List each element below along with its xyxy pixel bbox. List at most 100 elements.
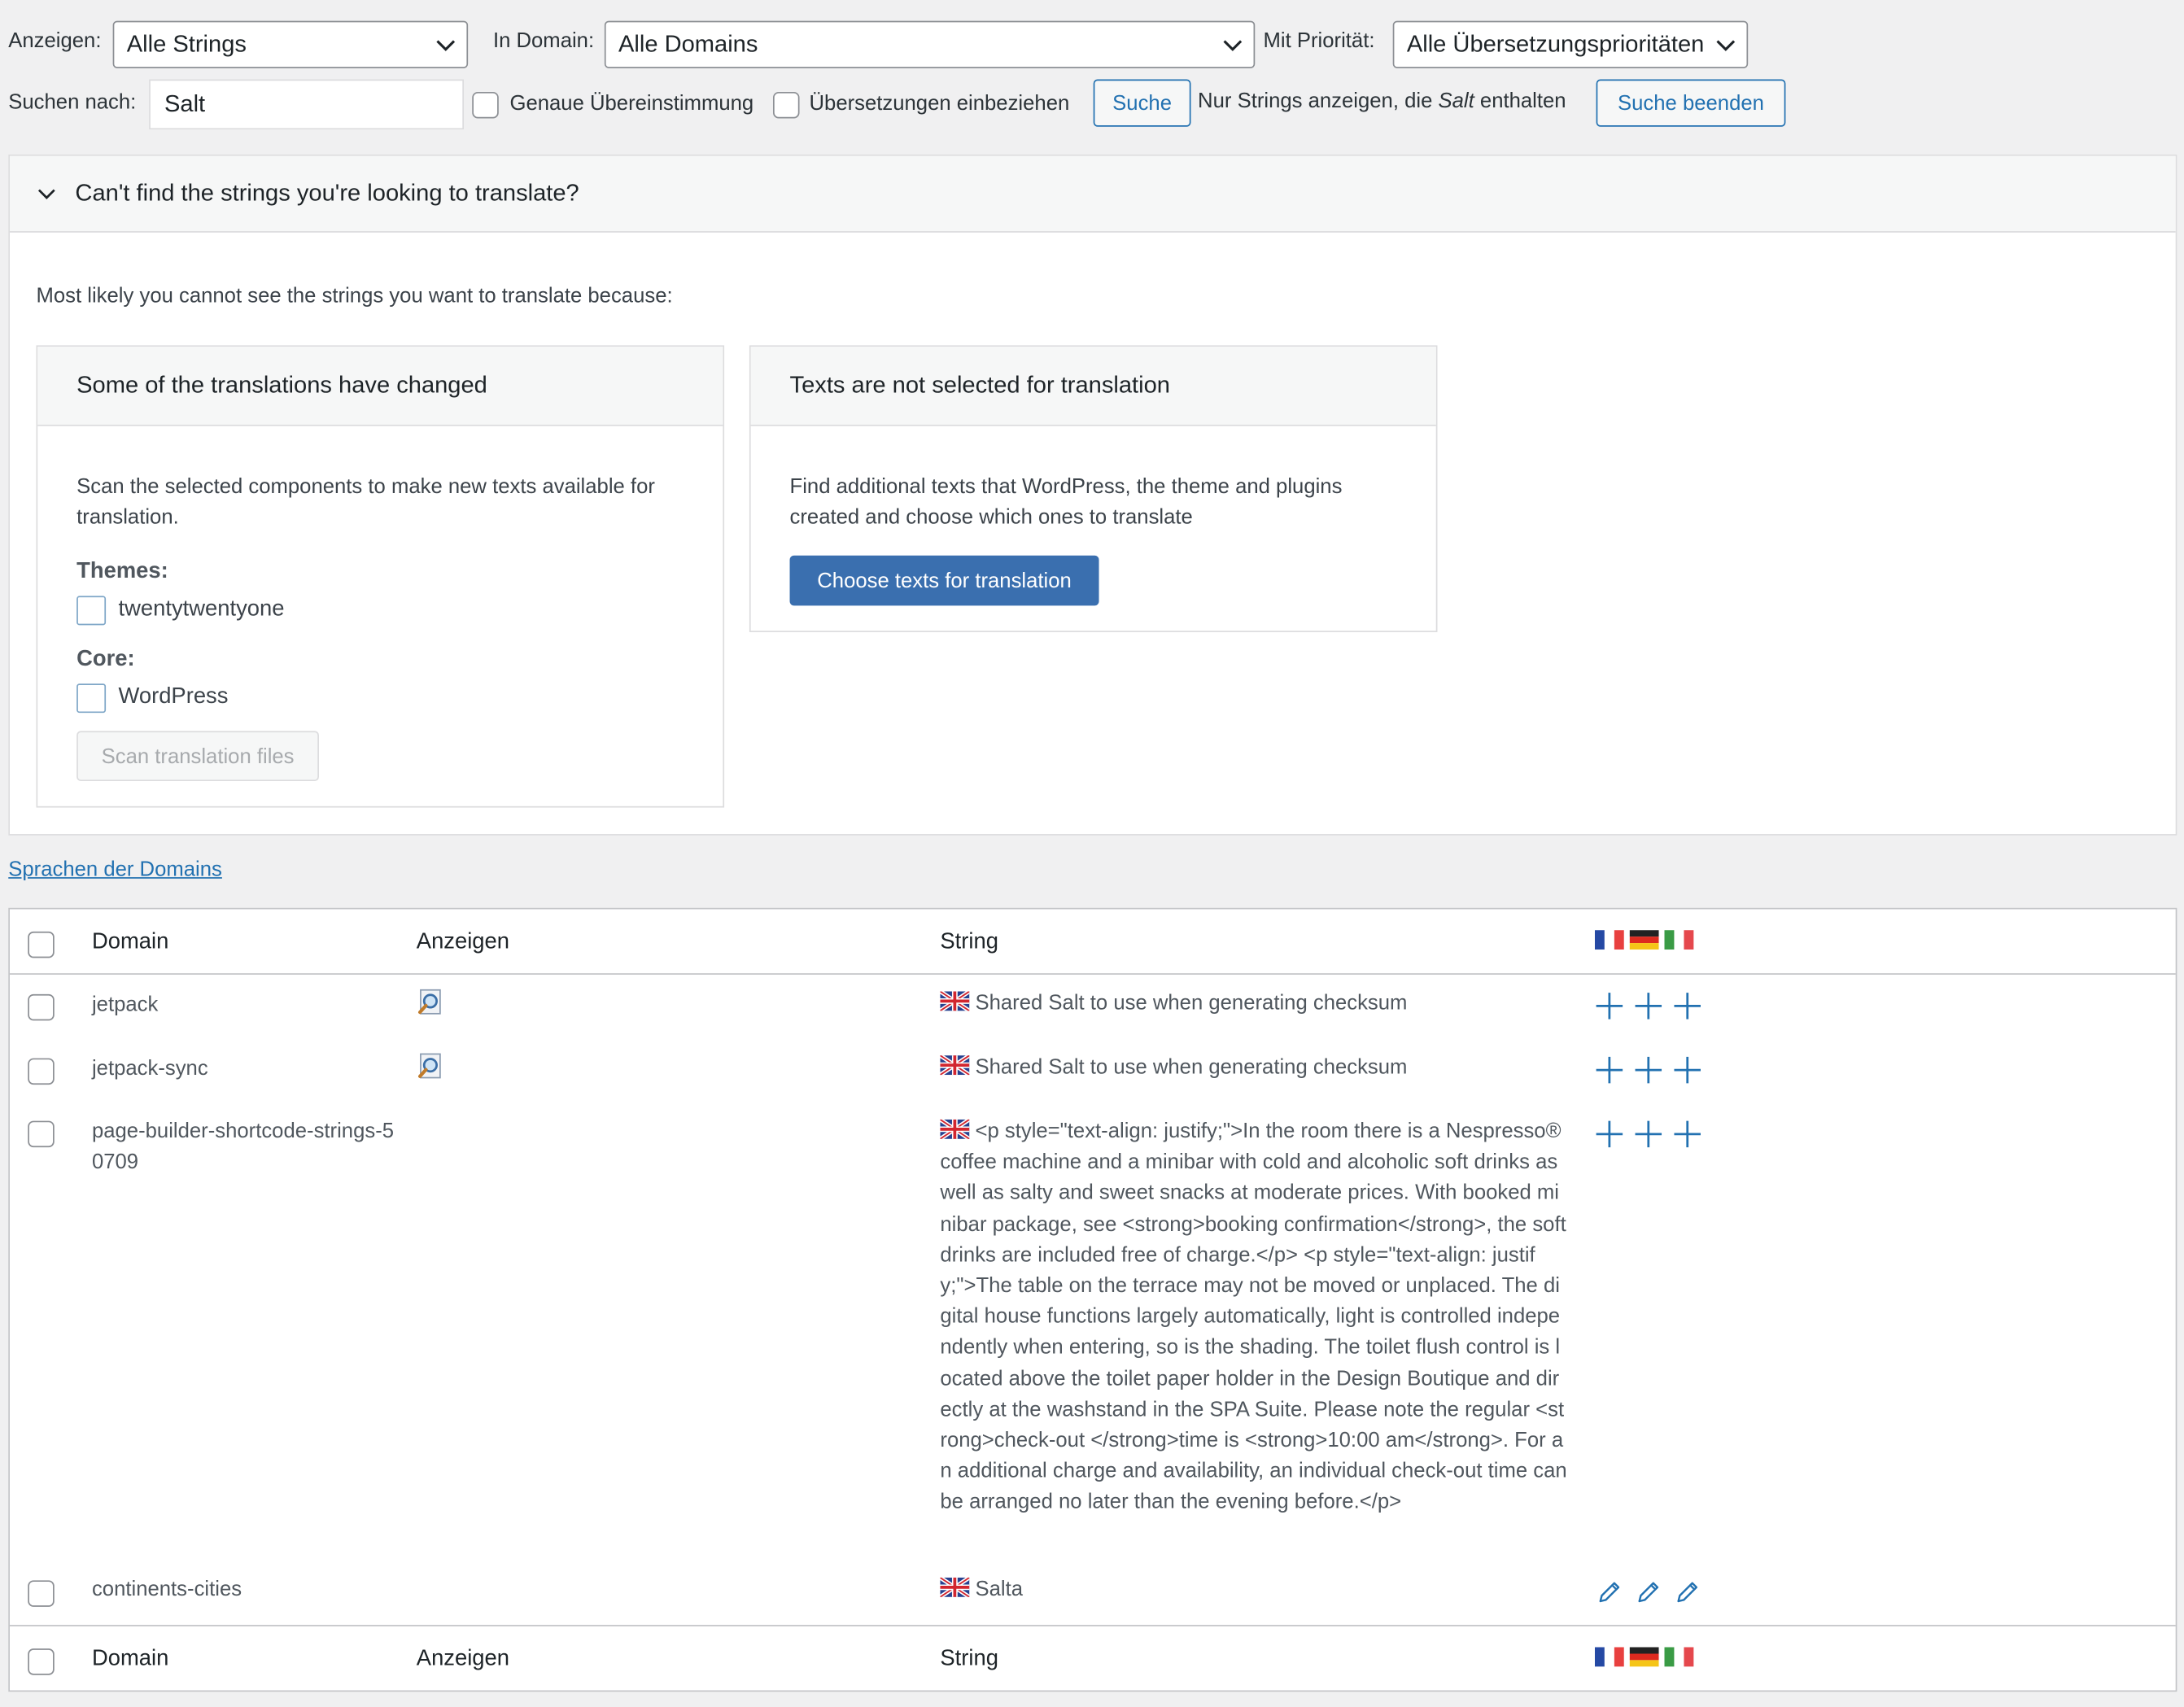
add-translation-fr-plus-icon[interactable] xyxy=(1595,1055,1624,1085)
row-domain: jetpack xyxy=(91,993,159,1017)
chevron-down-icon xyxy=(436,39,456,51)
it-flag-icon xyxy=(1665,930,1695,950)
select-all-checkbox-footer[interactable] xyxy=(28,1648,55,1675)
row-string: Shared Salt to use when generating check… xyxy=(940,989,1566,1019)
add-translation-de-plus-icon[interactable] xyxy=(1634,1055,1663,1085)
end-search-button[interactable]: Suche beenden xyxy=(1596,79,1786,127)
help-panel-title: Can't find the strings you're looking to… xyxy=(75,179,579,207)
help-panel: Can't find the strings you're looking to… xyxy=(8,154,2177,836)
row-translation-actions xyxy=(1595,1055,1702,1090)
row-checkbox[interactable] xyxy=(28,1580,55,1607)
domain-languages-link[interactable]: Sprachen der Domains xyxy=(8,858,222,881)
uk-flag-icon xyxy=(940,1055,970,1076)
de-flag-icon xyxy=(1629,930,1659,950)
add-translation-it-plus-icon[interactable] xyxy=(1673,1055,1702,1085)
include-translations-checkbox[interactable] xyxy=(772,91,800,119)
uk-flag-icon xyxy=(940,991,970,1011)
row-string: Salta xyxy=(940,1574,1566,1605)
language-flags xyxy=(1594,930,1695,954)
language-flags xyxy=(1594,1647,1695,1670)
chevron-down-icon xyxy=(1716,39,1736,51)
uk-flag-icon xyxy=(940,1119,970,1139)
add-translation-fr-plus-icon[interactable] xyxy=(1595,991,1624,1020)
row-string-text: Salta xyxy=(975,1577,1024,1601)
row-checkbox[interactable] xyxy=(28,1058,55,1085)
select-all-checkbox[interactable] xyxy=(28,931,55,958)
col-domain-header[interactable]: Domain xyxy=(92,930,168,955)
scan-translation-files-button[interactable]: Scan translation files xyxy=(76,731,319,782)
string-translation-screen: Anzeigen: Alle Strings In Domain: Alle D… xyxy=(0,0,2184,1707)
row-translation-actions xyxy=(1595,991,1702,1026)
row-string: Shared Salt to use when generating check… xyxy=(940,1053,1566,1084)
search-notice-prefix: Nur Strings anzeigen, die xyxy=(1198,89,1439,113)
edit-translation-fr-pencil-icon[interactable] xyxy=(1595,1578,1624,1607)
themes-label: Themes: xyxy=(76,559,168,584)
translations-changed-panel: Some of the translations have changed Sc… xyxy=(36,345,725,808)
show-label: Anzeigen: xyxy=(8,28,102,54)
help-panel-header[interactable]: Can't find the strings you're looking to… xyxy=(9,155,2176,233)
row-domain: page-builder-shortcode-strings-50709 xyxy=(91,1119,395,1174)
search-input[interactable]: Salt xyxy=(149,79,464,130)
theme-checkbox[interactable] xyxy=(76,596,107,626)
theme-checkbox-label: twentytwentyone xyxy=(118,597,285,622)
texts-not-selected-panel: Texts are not selected for translation F… xyxy=(749,345,1438,632)
col-view-header: Anzeigen xyxy=(416,930,510,954)
it-flag-icon xyxy=(1665,1647,1695,1667)
help-panel-intro: Most likely you cannot see the strings y… xyxy=(36,284,673,308)
priority-select[interactable]: Alle Übersetzungsprioritäten xyxy=(1392,20,1749,68)
col-string-footer[interactable]: String xyxy=(940,1647,998,1672)
domain-label: In Domain: xyxy=(492,28,595,54)
view-context-icon[interactable] xyxy=(417,989,444,1016)
search-label: Suchen nach: xyxy=(8,90,137,115)
search-notice-suffix: enthalten xyxy=(1474,89,1566,113)
search-notice-term: Salt xyxy=(1438,89,1474,113)
table-header: Domain Anzeigen String xyxy=(9,909,2176,975)
domain-select-value: Alle Domains xyxy=(618,30,758,58)
texts-not-selected-title: Texts are not selected for translation xyxy=(750,347,1436,426)
add-translation-fr-plus-icon[interactable] xyxy=(1595,1120,1624,1149)
core-checkbox[interactable] xyxy=(76,683,107,714)
col-string-header[interactable]: String xyxy=(940,930,998,955)
table-footer: Domain Anzeigen String xyxy=(9,1625,2176,1690)
row-translation-actions xyxy=(1595,1578,1702,1613)
translations-changed-title: Some of the translations have changed xyxy=(37,347,723,426)
core-checkbox-label: WordPress xyxy=(118,684,229,709)
core-label: Core: xyxy=(76,647,135,671)
row-string: <p style="text-align: justify;">In the r… xyxy=(940,1116,1567,1518)
search-button[interactable]: Suche xyxy=(1093,79,1191,127)
col-view-footer: Anzeigen xyxy=(416,1647,510,1671)
row-string-text: Shared Salt to use when generating check… xyxy=(975,1055,1408,1080)
add-translation-de-plus-icon[interactable] xyxy=(1634,991,1663,1020)
priority-select-value: Alle Übersetzungsprioritäten xyxy=(1406,30,1705,58)
fr-flag-icon xyxy=(1594,930,1624,950)
choose-texts-button[interactable]: Choose texts for translation xyxy=(789,555,1099,606)
add-translation-it-plus-icon[interactable] xyxy=(1673,991,1702,1020)
col-domain-footer[interactable]: Domain xyxy=(92,1647,168,1672)
chevron-down-icon xyxy=(1223,39,1243,51)
row-translation-actions xyxy=(1595,1120,1702,1155)
de-flag-icon xyxy=(1629,1647,1659,1667)
show-select[interactable]: Alle Strings xyxy=(112,20,469,68)
add-translation-de-plus-icon[interactable] xyxy=(1634,1120,1663,1149)
row-domain: jetpack-sync xyxy=(91,1056,208,1081)
chevron-down-icon xyxy=(37,189,55,199)
edit-translation-it-pencil-icon[interactable] xyxy=(1673,1578,1702,1607)
domain-select[interactable]: Alle Domains xyxy=(604,20,1256,68)
exact-match-checkbox[interactable] xyxy=(472,91,499,119)
exact-match-label: Genaue Übereinstimmung xyxy=(509,91,754,116)
add-translation-it-plus-icon[interactable] xyxy=(1673,1120,1702,1149)
row-domain: continents-cities xyxy=(91,1577,242,1601)
strings-table: Domain Anzeigen String jetpack Shared Sa… xyxy=(8,907,2177,1692)
fr-flag-icon xyxy=(1594,1647,1624,1667)
row-checkbox[interactable] xyxy=(28,1120,55,1148)
search-notice: Nur Strings anzeigen, die Salt enthalten xyxy=(1198,89,1566,113)
texts-not-selected-text: Find additional texts that WordPress, th… xyxy=(789,474,1343,530)
view-context-icon[interactable] xyxy=(417,1053,444,1081)
row-string-text: Shared Salt to use when generating check… xyxy=(975,991,1408,1015)
edit-translation-de-pencil-icon[interactable] xyxy=(1634,1578,1663,1607)
search-input-value: Salt xyxy=(164,90,206,117)
translations-changed-text: Scan the selected components to make new… xyxy=(76,474,655,530)
row-checkbox[interactable] xyxy=(28,993,55,1021)
row-string-text: <p style="text-align: justify;">In the r… xyxy=(940,1119,1567,1514)
include-translations-label: Übersetzungen einbeziehen xyxy=(809,91,1070,116)
